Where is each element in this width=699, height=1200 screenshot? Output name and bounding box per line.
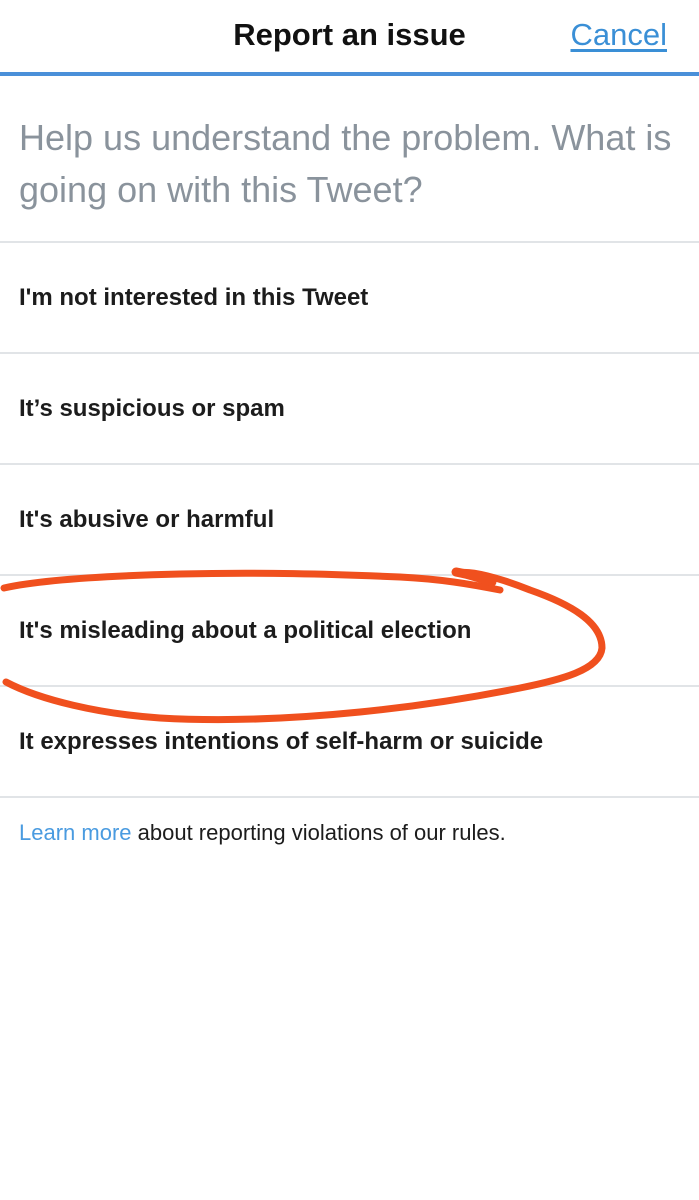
footer-note: Learn more about reporting violations of…: [19, 818, 506, 848]
report-options-list: I'm not interested in this Tweet It’s su…: [0, 241, 699, 798]
option-self-harm[interactable]: It expresses intentions of self-harm or …: [0, 685, 699, 796]
option-misleading-election[interactable]: It's misleading about a political electi…: [0, 574, 699, 685]
option-label: I'm not interested in this Tweet: [19, 283, 369, 311]
header-bar: Report an issue Cancel: [0, 0, 699, 76]
option-abusive-harmful[interactable]: It's abusive or harmful: [0, 463, 699, 574]
option-label: It’s suspicious or spam: [19, 394, 285, 422]
option-label: It's misleading about a political electi…: [19, 616, 472, 644]
learn-more-link[interactable]: Learn more: [19, 820, 132, 845]
cancel-button[interactable]: Cancel: [571, 15, 668, 55]
footer-text: about reporting violations of our rules.: [131, 820, 506, 845]
prompt-text: Help us understand the problem. What is …: [19, 117, 672, 210]
option-label: It expresses intentions of self-harm or …: [19, 727, 544, 755]
option-not-interested[interactable]: I'm not interested in this Tweet: [0, 241, 699, 352]
divider: [0, 796, 699, 798]
option-label: It's abusive or harmful: [19, 505, 275, 533]
option-suspicious-spam[interactable]: It’s suspicious or spam: [0, 352, 699, 463]
